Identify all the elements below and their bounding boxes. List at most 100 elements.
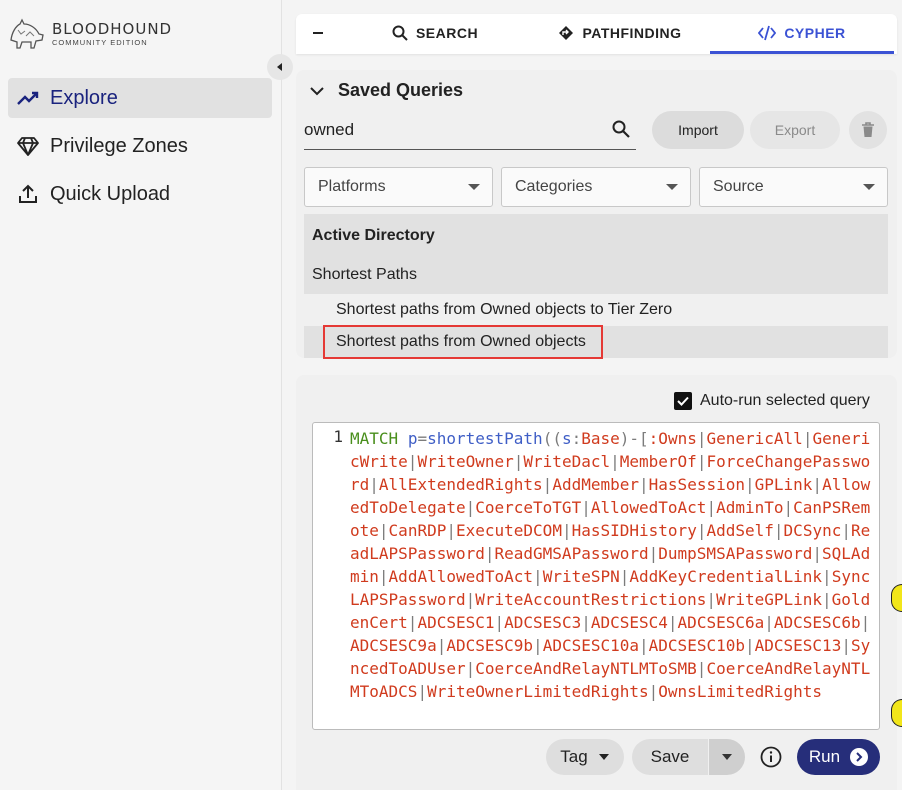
bloodhound-logo-icon	[10, 18, 44, 49]
run-button[interactable]: Run	[797, 739, 880, 775]
code-separator: |	[696, 452, 707, 471]
autorun-toggle[interactable]: Auto-run selected query	[674, 392, 870, 410]
source-select[interactable]: Source	[699, 167, 888, 207]
export-button[interactable]: Export	[750, 111, 840, 149]
code-relationship: :Owns	[648, 429, 697, 448]
selection-highlight	[323, 325, 603, 359]
code-relationship: ADCSESC10a	[542, 636, 640, 655]
categories-select[interactable]: Categories	[501, 167, 691, 207]
code-function: shortestPath	[427, 429, 543, 448]
platforms-select[interactable]: Platforms	[304, 167, 493, 207]
tab-search[interactable]: SEARCH	[340, 14, 530, 54]
saved-queries-header[interactable]: Saved Queries	[310, 80, 463, 101]
code-relationship: HasSession	[648, 475, 745, 494]
sidebar-item-privilege-zones[interactable]: Privilege Zones	[8, 126, 272, 166]
minimize-button[interactable]	[296, 14, 340, 54]
logo[interactable]: BLOODHOUND COMMUNITY EDITION	[8, 18, 172, 50]
code-separator: |	[639, 475, 649, 494]
code-punc: =	[417, 429, 428, 448]
code-separator: |	[841, 521, 851, 540]
code-separator: |	[378, 521, 389, 540]
code-relationship: ADCSESC6b	[773, 613, 861, 632]
code-relationship: AddAllowedToAct	[388, 567, 534, 586]
code-icon	[758, 25, 777, 40]
code-relationship: DCSync	[783, 521, 842, 540]
platforms-select-label: Platforms	[318, 178, 386, 195]
tab-cypher-label: CYPHER	[784, 24, 846, 41]
sidebar-nav: Explore Privilege Zones Quick Upload	[8, 78, 272, 222]
code-separator: |	[764, 613, 774, 632]
code-relationship: WriteGPLink	[716, 590, 823, 609]
code-separator: |	[610, 452, 620, 471]
code-separator: |	[465, 659, 476, 678]
code-relationship: ADCSESC9a	[350, 636, 437, 655]
tab-pathfinding-label: PATHFINDING	[582, 24, 682, 41]
query-group: Active Directory Shortest Paths	[304, 214, 888, 294]
explore-tabs: SEARCH PATHFINDING CYPHER	[296, 14, 897, 54]
code-separator: |	[812, 544, 823, 563]
code-separator: |	[378, 567, 389, 586]
code-separator: |	[860, 613, 871, 632]
tag-button[interactable]: Tag	[546, 739, 624, 775]
tab-search-label: SEARCH	[415, 24, 479, 41]
code-separator: |	[639, 636, 649, 655]
graph-node-fragment[interactable]	[891, 584, 902, 612]
code-relationship: MemberOf	[619, 452, 697, 471]
code-separator: |	[581, 613, 591, 632]
code-relationship-list: |GenericAll|GenericWrite|WriteOwner|Writ…	[350, 429, 870, 701]
code-relationship: WriteOwnerLimitedRights	[427, 682, 649, 701]
query-category-title: Shortest Paths	[312, 266, 417, 283]
tab-pathfinding[interactable]: PATHFINDING	[530, 14, 710, 54]
code-relationship: GPLink	[754, 475, 813, 494]
sidebar-item-explore[interactable]: Explore	[8, 78, 272, 118]
code-separator: |	[802, 429, 813, 448]
search-icon	[392, 25, 408, 41]
code-relationship: ADCSESC10b	[648, 636, 745, 655]
code-separator: |	[465, 498, 476, 517]
cypher-code-editor[interactable]: 1 MATCH p=shortestPath((s:Base)-[:Owns|G…	[312, 422, 880, 730]
code-separator: |	[744, 636, 755, 655]
code-separator: |	[369, 475, 379, 494]
code-var: s	[561, 429, 572, 448]
code-relationship: CoerceToTGT	[475, 498, 582, 517]
save-button[interactable]: Save	[632, 739, 708, 775]
code-separator: |	[581, 498, 591, 517]
sidebar-item-quick-upload[interactable]: Quick Upload	[8, 174, 272, 214]
saved-queries-title: Saved Queries	[338, 80, 464, 100]
collapse-sidebar-button[interactable]	[267, 54, 293, 80]
code-separator: |	[407, 613, 418, 632]
delete-button[interactable]	[849, 111, 887, 149]
search-icon[interactable]	[612, 120, 630, 138]
graph-node-fragment[interactable]	[891, 699, 902, 727]
info-button[interactable]	[756, 739, 786, 775]
tab-cypher[interactable]: CYPHER	[710, 14, 894, 54]
cypher-query-text[interactable]: MATCH p=shortestPath((s:Base)-[:Owns|Gen…	[350, 427, 878, 703]
code-relationship: WriteDacl	[523, 452, 611, 471]
code-relationship: ADCSESC13	[754, 636, 842, 655]
query-list-item[interactable]: Shortest paths from Owned objects to Tie…	[304, 294, 888, 326]
logo-title: BLOODHOUND	[52, 19, 173, 38]
import-button[interactable]: Import	[652, 111, 744, 149]
caret-down-icon	[598, 754, 609, 760]
code-relationship: CoerceAndRelayNTLMToSMB	[475, 659, 697, 678]
code-relationship: WriteAccountRestrictions	[475, 590, 707, 609]
code-relationship: ADCSESC9b	[446, 636, 534, 655]
code-separator: |	[783, 498, 794, 517]
code-separator: |	[812, 475, 823, 494]
caret-down-icon	[863, 184, 875, 190]
code-separator: |	[533, 567, 543, 586]
autorun-checkbox[interactable]	[674, 392, 692, 410]
code-separator: |	[648, 544, 659, 563]
code-separator: |	[706, 498, 717, 517]
sidebar-item-label: Explore	[50, 86, 118, 109]
code-separator: |	[744, 475, 755, 494]
saved-queries-search	[304, 116, 636, 150]
tag-button-label: Tag	[560, 747, 588, 766]
caret-down-icon	[468, 184, 480, 190]
code-var: p	[407, 429, 418, 448]
saved-queries-search-input[interactable]	[304, 116, 594, 140]
save-options-button[interactable]	[709, 739, 745, 775]
code-separator: |	[706, 590, 717, 609]
trash-icon	[862, 122, 874, 137]
categories-select-label: Categories	[515, 178, 593, 195]
